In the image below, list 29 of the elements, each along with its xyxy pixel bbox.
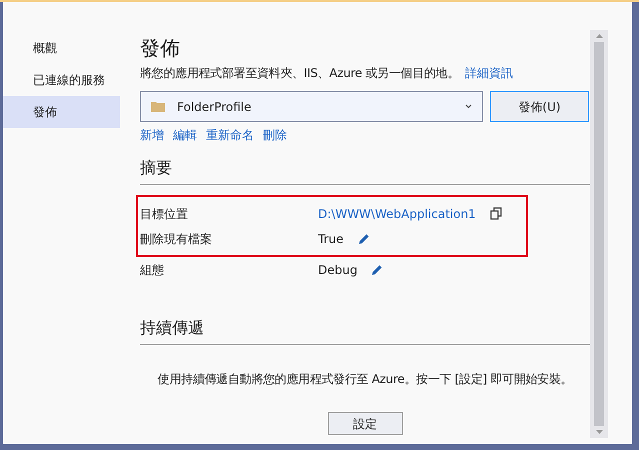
pencil-icon[interactable]	[358, 232, 370, 244]
folder-icon	[151, 101, 165, 112]
profile-action-link[interactable]: 重新命名	[206, 126, 254, 144]
configure-button[interactable]: 設定	[328, 412, 402, 435]
publish-button[interactable]: 發佈(U)	[490, 91, 589, 122]
sidebar-item[interactable]: 已連線的服務	[3, 64, 120, 96]
page-title: 發佈	[140, 36, 181, 60]
setting-label: 目標位置	[140, 206, 189, 222]
scrollbar-thumb[interactable]	[594, 42, 604, 426]
setting-value: True	[318, 230, 344, 248]
sidebar-item[interactable]: 概觀	[3, 32, 120, 64]
continuous-delivery-text: 使用持續傳遞自動將您的應用程式發行至 Azure。按一下 [設定] 即可開始安裝。	[156, 371, 574, 388]
more-info-link[interactable]: 詳細資訊	[465, 64, 514, 82]
profile-dropdown[interactable]: FolderProfile	[140, 91, 483, 122]
description-text: 將您的應用程式部署至資料夾、IIS、Azure 或另一個目的地。	[140, 65, 460, 82]
section-heading: 摘要	[140, 158, 173, 178]
copy-icon[interactable]	[490, 207, 502, 220]
sidebar-item[interactable]: 發佈	[3, 96, 120, 128]
profile-action-link[interactable]: 刪除	[263, 126, 287, 144]
setting-label: 刪除現有檔案	[140, 230, 213, 248]
pencil-icon[interactable]	[371, 264, 384, 276]
chevron-down-icon	[465, 104, 472, 109]
profile-action-link[interactable]: 編輯	[173, 126, 197, 144]
setting-label: 組態	[140, 262, 165, 278]
profile-action-link[interactable]: 新增	[140, 126, 164, 144]
profile-value: FolderProfile	[177, 98, 252, 116]
setting-value: Debug	[318, 262, 358, 278]
setting-value[interactable]: D:\WWW\WebApplication1	[318, 204, 476, 222]
section-heading: 持續傳遞	[140, 318, 205, 338]
